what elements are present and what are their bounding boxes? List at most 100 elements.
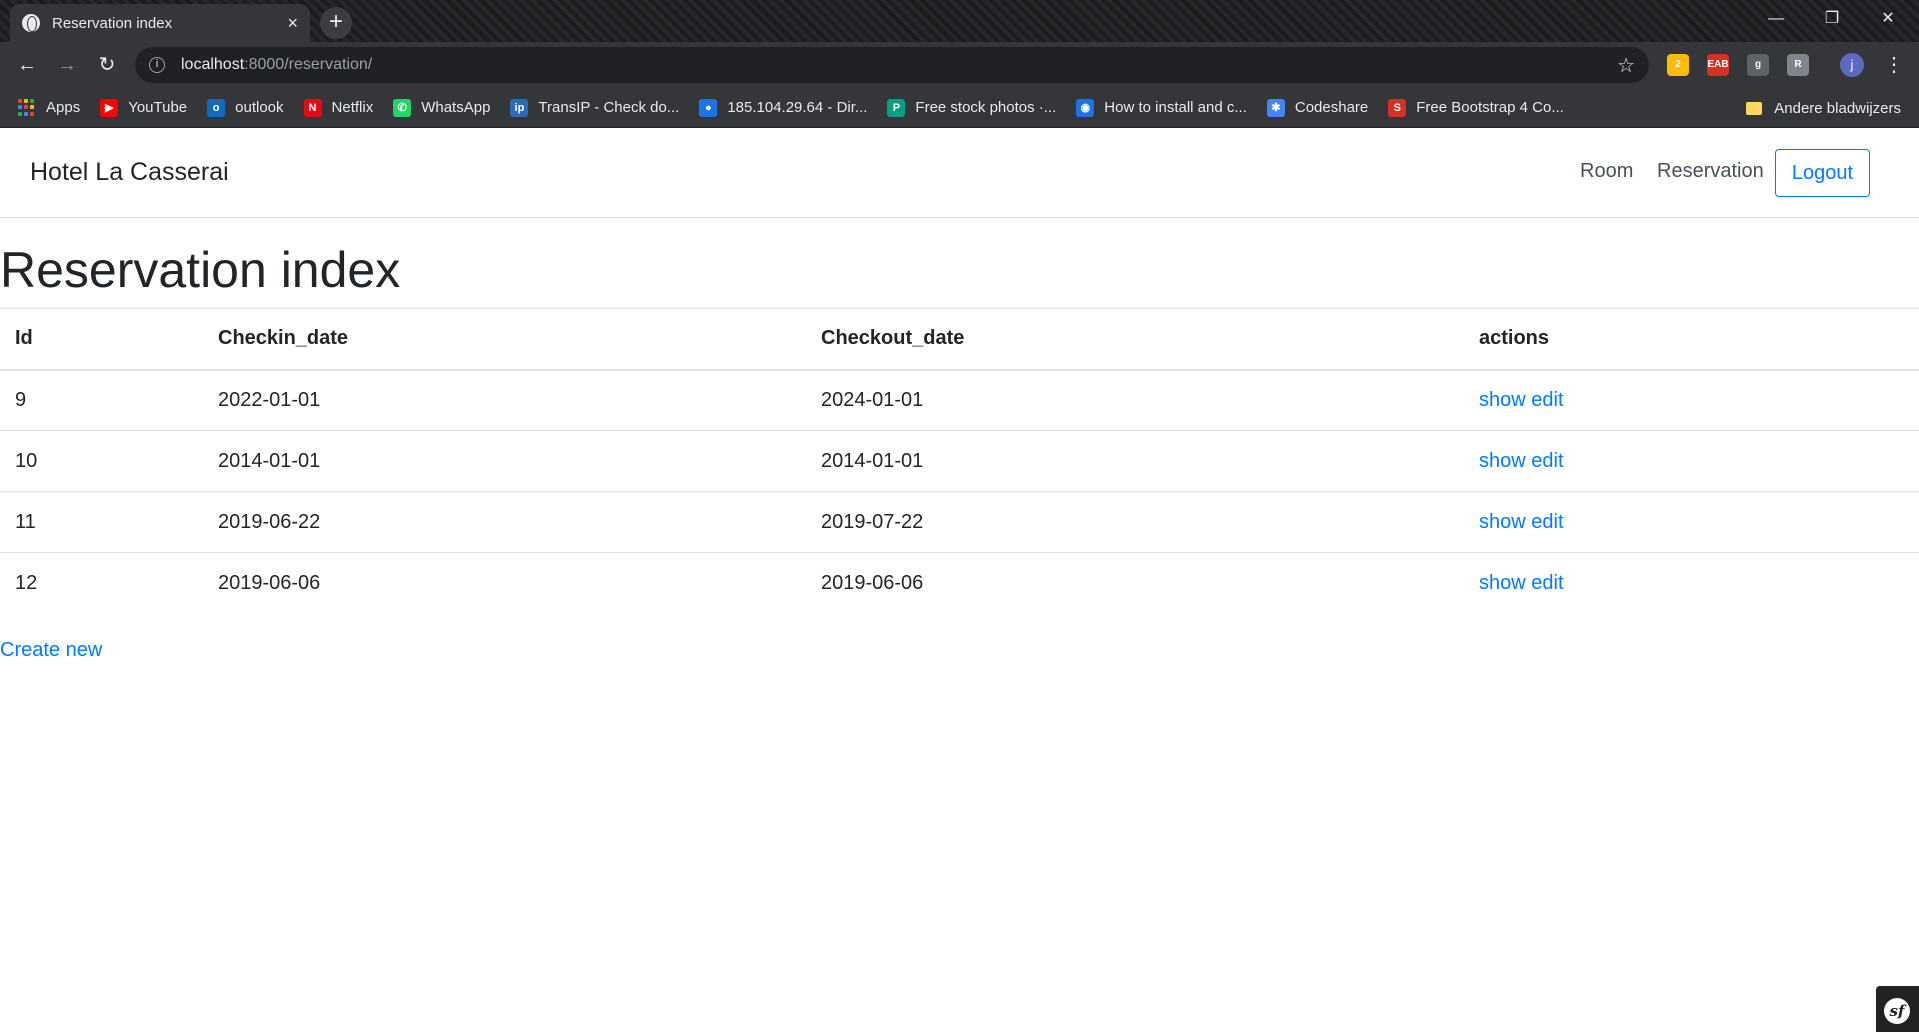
extension-icon[interactable]: g [1747, 54, 1769, 76]
page-title: Reservation index [0, 242, 401, 298]
youtube-icon: ▶ [100, 98, 119, 117]
bookmark-label: WhatsApp [421, 99, 491, 116]
bookmark-label: Codeshare [1294, 99, 1369, 116]
bookmark-label: YouTube [128, 99, 188, 116]
cell-checkin: 2022-01-01 [203, 369, 806, 431]
show-link[interactable]: show [1479, 572, 1526, 594]
restore-button[interactable]: ❐ [1804, 0, 1860, 38]
apps-icon [18, 98, 36, 117]
cell-actions: show edit [1464, 369, 1919, 431]
browser-menu-icon[interactable]: ⋮ [1884, 50, 1904, 80]
cell-checkout: 2014-01-01 [806, 430, 1464, 492]
bookmark-item[interactable]: o outlook [207, 98, 284, 117]
url-path: :8000/reservation/ [244, 56, 373, 73]
outlook-icon: o [207, 98, 226, 117]
url-host: localhost [181, 56, 245, 73]
cell-checkout: 2024-01-01 [806, 369, 1464, 431]
edit-link[interactable]: edit [1531, 572, 1563, 594]
codeshare-icon: ✱ [1266, 98, 1285, 117]
tab-strip: Reservation index × + — ❐ ✕ [0, 0, 1919, 42]
pexels-icon: P [887, 98, 906, 117]
nav-link-room[interactable]: Room [1580, 160, 1633, 183]
extension-icon[interactable]: 2 [1667, 54, 1689, 76]
extension-icon[interactable]: EAB [1707, 54, 1729, 76]
new-tab-button[interactable]: + [320, 7, 352, 39]
close-window-button[interactable]: ✕ [1860, 0, 1916, 38]
page-content: Hotel La Casserai Room Reservation Logou… [0, 128, 1919, 1032]
cell-actions: show edit [1464, 430, 1919, 492]
bookmark-item[interactable]: ▶ YouTube [100, 98, 188, 117]
show-link[interactable]: show [1479, 511, 1526, 533]
cell-checkin: 2014-01-01 [203, 430, 806, 492]
bookmark-label: Netflix [331, 99, 374, 116]
symfony-debug-toolbar[interactable]: sf [1876, 986, 1919, 1032]
show-link[interactable]: show [1479, 389, 1526, 411]
profile-avatar[interactable]: j [1840, 53, 1864, 77]
bookmark-label: TransIP - Check do... [538, 99, 680, 116]
bookmark-item[interactable]: ip TransIP - Check do... [510, 98, 680, 117]
globe-icon [22, 14, 40, 32]
server-icon: ● [699, 98, 718, 117]
bookmark-label: 185.104.29.64 - Dir... [727, 99, 868, 116]
reservations-table: Id Checkin_date Checkout_date actions 9 … [0, 308, 1919, 614]
site-brand[interactable]: Hotel La Casserai [30, 158, 229, 187]
cell-actions: show edit [1464, 491, 1919, 553]
table-row: 11 2019-06-22 2019-07-22 show edit [0, 491, 1919, 553]
cell-checkout: 2019-07-22 [806, 491, 1464, 553]
header-id: Id [0, 308, 203, 371]
bookmark-label: How to install and c... [1104, 99, 1247, 116]
bookmark-item[interactable]: ✆ WhatsApp [393, 98, 491, 117]
bookmark-item[interactable]: ✱ Codeshare [1266, 98, 1369, 117]
edit-link[interactable]: edit [1531, 389, 1563, 411]
bookmarks-bar: Apps ▶ YouTube o outlook N Netflix ✆ WhatsApp ip T… [0, 88, 1919, 128]
cell-checkin: 2019-06-06 [203, 552, 806, 614]
table-header-row: Id Checkin_date Checkout_date actions [0, 308, 1919, 371]
bookmark-item[interactable]: N Netflix [303, 98, 374, 117]
browser-toolbar: ← → ↻ i localhost :8000/reservation/ ☆ 2… [0, 42, 1919, 88]
browser-tab[interactable]: Reservation index × [10, 4, 310, 42]
bookmark-label: outlook [235, 99, 284, 116]
site-navbar: Hotel La Casserai Room Reservation Logou… [0, 128, 1919, 218]
bookmark-star-icon[interactable]: ☆ [1617, 53, 1635, 78]
edit-link[interactable]: edit [1531, 511, 1563, 533]
table-row: 12 2019-06-06 2019-06-06 show edit [0, 552, 1919, 614]
bookmark-item[interactable]: Apps [18, 98, 80, 117]
bookmark-item[interactable]: ● 185.104.29.64 - Dir... [699, 98, 868, 117]
cell-id: 11 [0, 491, 203, 553]
info-icon[interactable]: i [149, 57, 165, 73]
table-row: 10 2014-01-01 2014-01-01 show edit [0, 430, 1919, 492]
bookmark-item[interactable]: P Free stock photos ·... [887, 98, 1057, 117]
cell-actions: show edit [1464, 552, 1919, 614]
extension-icon[interactable]: R [1787, 54, 1809, 76]
address-bar[interactable]: i localhost :8000/reservation/ ☆ [135, 47, 1649, 83]
show-link[interactable]: show [1479, 450, 1526, 472]
edit-link[interactable]: edit [1531, 450, 1563, 472]
logout-button[interactable]: Logout [1775, 149, 1870, 197]
minimize-button[interactable]: — [1748, 0, 1804, 38]
bookmark-label: Free stock photos ·... [915, 99, 1057, 116]
cell-id: 12 [0, 552, 203, 614]
close-tab-icon[interactable]: × [287, 13, 298, 34]
create-new-link[interactable]: Create new [0, 639, 102, 662]
folder-icon [1746, 101, 1763, 115]
cell-checkin: 2019-06-22 [203, 491, 806, 553]
eye-icon: ◉ [1076, 98, 1095, 117]
netflix-icon: N [303, 98, 322, 117]
other-bookmarks-label: Andere bladwijzers [1774, 99, 1901, 117]
cell-id: 9 [0, 369, 203, 431]
header-actions: actions [1464, 308, 1919, 371]
nav-link-reservation[interactable]: Reservation [1657, 160, 1764, 183]
table-row: 9 2022-01-01 2024-01-01 show edit [0, 369, 1919, 431]
header-checkin: Checkin_date [203, 308, 806, 371]
other-bookmarks[interactable]: Andere bladwijzers [1746, 88, 1901, 128]
symfony-logo-icon: sf [1884, 998, 1910, 1024]
bookmark-item[interactable]: ◉ How to install and c... [1076, 98, 1247, 117]
transip-icon: ip [510, 98, 529, 117]
whatsapp-icon: ✆ [393, 98, 412, 117]
header-checkout: Checkout_date [806, 308, 1464, 371]
forward-button[interactable]: → [52, 50, 82, 80]
bootstrap-icon: S [1388, 98, 1407, 117]
bookmark-item[interactable]: S Free Bootstrap 4 Co... [1388, 98, 1564, 117]
reload-button[interactable]: ↻ [92, 50, 122, 80]
back-button[interactable]: ← [12, 50, 42, 80]
